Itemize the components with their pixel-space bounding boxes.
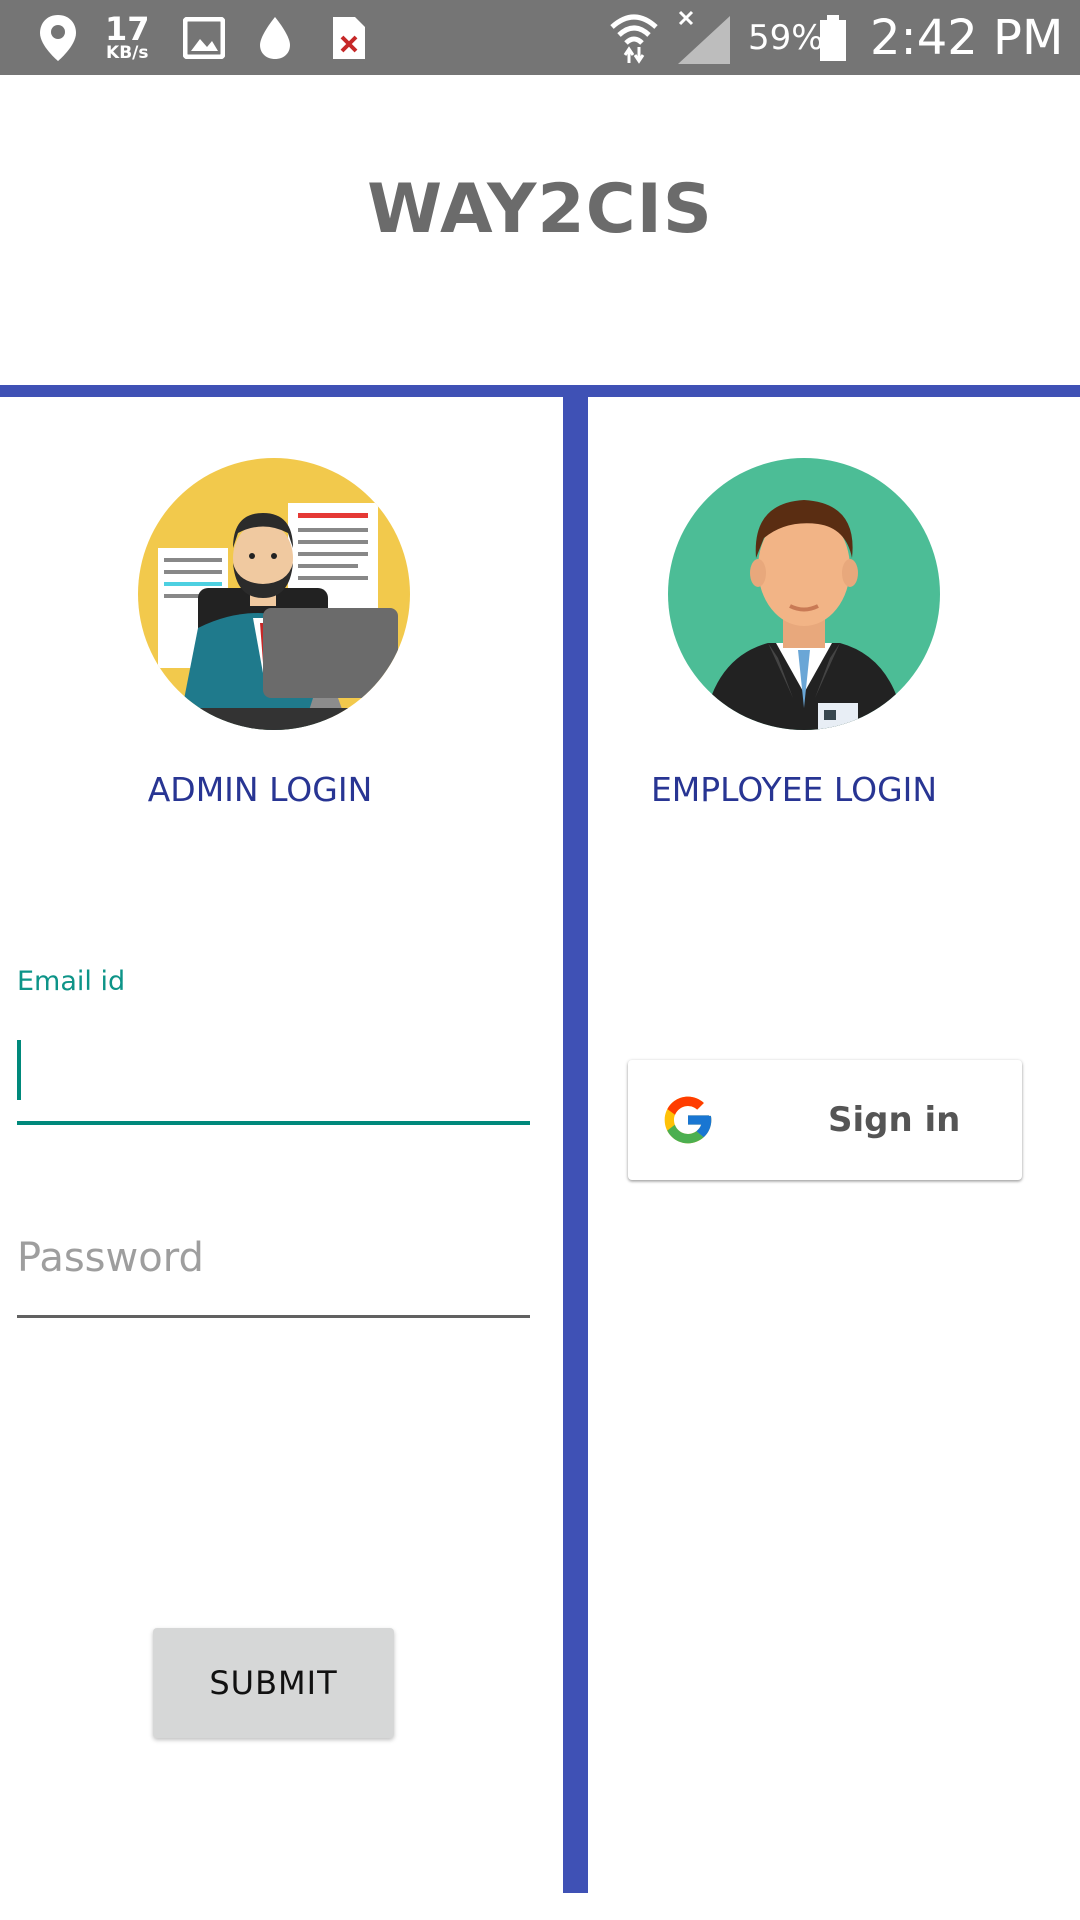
app-title: WAY2CIS xyxy=(367,170,713,249)
google-g-icon xyxy=(660,1092,716,1148)
admin-avatar xyxy=(138,458,410,730)
employee-login-label: EMPLOYEE LOGIN xyxy=(650,770,938,809)
drop-icon xyxy=(258,0,292,75)
password-field[interactable] xyxy=(17,1200,530,1318)
google-signin-button[interactable]: Sign in xyxy=(628,1060,1022,1180)
location-icon xyxy=(38,0,78,75)
net-speed-value: 17 xyxy=(105,10,150,48)
signal-icon xyxy=(676,0,732,75)
vertical-divider xyxy=(563,385,588,1893)
gallery-icon xyxy=(183,0,225,75)
text-cursor xyxy=(17,1040,21,1100)
battery-percent: 59% xyxy=(748,17,824,58)
file-error-icon xyxy=(331,0,367,75)
wifi-icon xyxy=(608,0,660,75)
battery-icon xyxy=(818,0,848,75)
email-field[interactable] xyxy=(17,1025,530,1125)
submit-button[interactable]: SUBMIT xyxy=(153,1628,394,1738)
horizontal-divider xyxy=(0,385,1080,397)
net-speed: 17 KB/s xyxy=(105,0,150,75)
status-bar: 17 KB/s 59% 2:42 PM xyxy=(0,0,1080,75)
admin-login-label: ADMIN LOGIN xyxy=(147,770,373,809)
email-label: Email id xyxy=(17,966,126,997)
google-signin-label: Sign in xyxy=(828,1100,961,1140)
net-speed-unit: KB/s xyxy=(106,43,149,63)
clock: 2:42 PM xyxy=(870,9,1064,66)
employee-avatar xyxy=(668,458,940,730)
